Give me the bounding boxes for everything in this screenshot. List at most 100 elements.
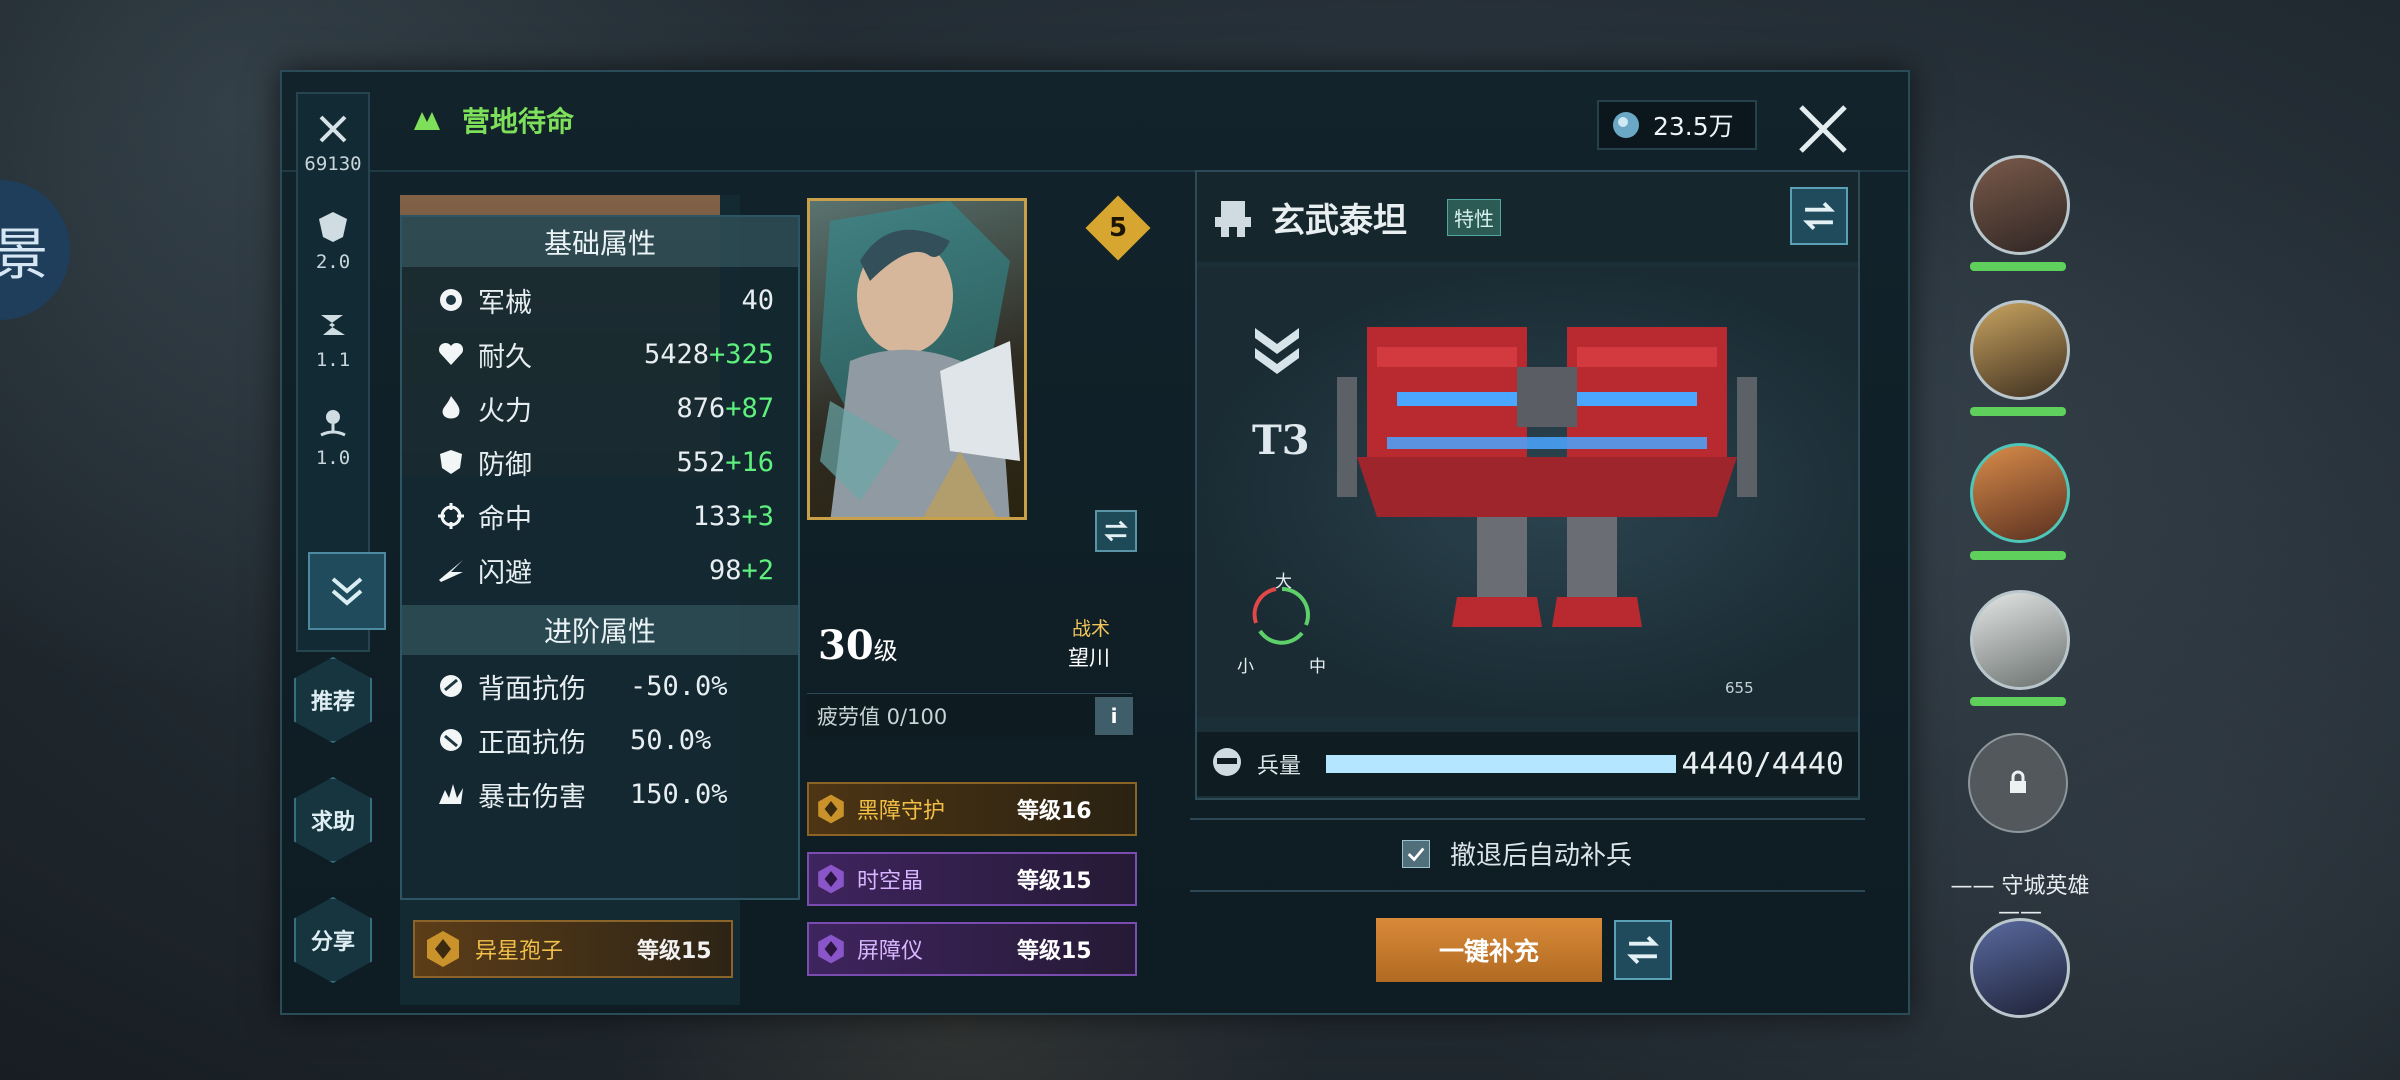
troop-gauge [1326, 755, 1676, 773]
location-icon [320, 410, 346, 437]
stat-bonus: +16 [725, 446, 774, 478]
hero-hp-bar [1970, 697, 2066, 706]
hero-portrait[interactable] [807, 198, 1027, 520]
rail-stat-armor: 2.0 [298, 192, 368, 290]
hero-avatar[interactable] [1970, 590, 2070, 690]
hero-avatar[interactable] [1970, 300, 2070, 400]
rail-stat-value: 2.0 [315, 251, 351, 273]
close-button[interactable] [1794, 100, 1852, 158]
info-button[interactable]: i [1095, 697, 1133, 735]
mech-panel: 玄武泰坦 特性 T3 大 小 中 655 兵量 4440/4440 [1195, 170, 1860, 800]
rail-stat-value: 1.0 [315, 447, 351, 469]
swap-hero-button[interactable] [1095, 510, 1137, 552]
left-stat-rail: 69130 2.0 1.1 1.0 [296, 92, 386, 652]
fire-icon [442, 396, 460, 419]
heart-icon [438, 342, 464, 365]
adv-stats-heading: 进阶属性 [402, 605, 798, 655]
stat-row: 背面抗伤 -50.0% [402, 659, 798, 713]
stat-label: 闪避 [478, 557, 532, 589]
size-label-big: 大 [1275, 572, 1292, 592]
stat-value: 876 [676, 392, 726, 424]
refill-swap-button[interactable] [1614, 920, 1672, 980]
troop-icon [1213, 748, 1241, 776]
hero-avatar-selected[interactable] [1970, 443, 2070, 543]
gear-name: 时空晶 [857, 869, 924, 894]
stats-overlay: 基础属性 军械 40 耐久 5428 +325 火力 876 +87 防御 55… [400, 215, 800, 900]
armor-icon [319, 212, 347, 242]
tier-chevron-icon [1255, 328, 1299, 374]
dodge-icon [439, 560, 463, 582]
stat-value: 150.0% [630, 778, 728, 810]
share-button[interactable]: 分享 [294, 897, 372, 983]
stat-row: 耐久 5428 +325 [402, 327, 798, 381]
recommend-button[interactable]: 推荐 [294, 657, 372, 743]
stat-row: 暴击伤害 150.0% [402, 767, 798, 821]
stat-label: 暴击伤害 [478, 781, 586, 813]
crystal-icon [1613, 112, 1639, 138]
stat-label: 军械 [478, 287, 532, 319]
hex-emblem-icon [427, 931, 459, 967]
mech-illustration [1337, 327, 1757, 627]
hero-hp-bar [1970, 551, 2066, 560]
stat-value: -50.0% [630, 670, 728, 702]
hero-illustration [820, 201, 1020, 517]
star-count: 5 [1108, 213, 1128, 243]
marker-label: 655 [1725, 679, 1754, 697]
rail-stat-power: 69130 [298, 94, 368, 192]
guard-hero-avatar[interactable] [1970, 918, 2070, 1018]
currency-display[interactable]: 23.5万 [1597, 100, 1757, 150]
gear-name: 屏障仪 [857, 939, 924, 964]
swap-icon [1104, 520, 1128, 542]
hero-hp-bar [1970, 407, 2066, 416]
gear-slot[interactable]: 黑障守护 等级16 [807, 782, 1137, 836]
hero-level-unit: 级 [873, 637, 898, 665]
locked-slot[interactable] [1968, 733, 2068, 833]
currency-value: 23.5万 [1653, 112, 1734, 141]
stat-value: 50.0% [630, 724, 712, 756]
stat-value: 552 [676, 446, 726, 478]
gear-list: 黑障守护 等级16 时空晶 等级15 屏障仪 等级15 [807, 782, 1137, 984]
shield-icon [440, 450, 462, 474]
gear-slot[interactable]: 屏障仪 等级15 [807, 922, 1137, 976]
item-slot[interactable]: 异星孢子 等级15 [413, 920, 733, 978]
expand-button[interactable] [308, 552, 386, 630]
checkbox[interactable] [1402, 839, 1430, 868]
back-resist-icon [440, 675, 462, 697]
mech-viewport[interactable]: T3 大 小 中 655 [1197, 267, 1858, 717]
crossed-swords-icon [319, 115, 347, 143]
trait-badge[interactable]: 特性 [1447, 198, 1501, 236]
hero-hp-bar [1970, 262, 2066, 271]
stat-row: 防御 552 +16 [402, 435, 798, 489]
mechanics-icon [440, 289, 462, 311]
quick-refill-button[interactable]: 一键补充 [1376, 918, 1602, 982]
gear-level: 等级15 [1017, 939, 1092, 964]
fatigue-text: 疲劳值 0/100 [817, 704, 948, 729]
stat-bonus: +325 [708, 338, 774, 370]
hex-emblem-icon [818, 794, 844, 824]
stat-label: 背面抗伤 [478, 673, 586, 705]
troop-gauge-fill [1326, 755, 1676, 773]
swap-mech-button[interactable] [1790, 187, 1848, 245]
stat-label: 命中 [478, 503, 532, 535]
troop-label: 兵量 [1257, 754, 1302, 779]
help-button[interactable]: 求助 [294, 777, 372, 863]
crosshair-icon [438, 503, 464, 529]
auto-refill-toggle[interactable]: 撤退后自动补兵 [1402, 835, 1632, 872]
stat-label: 耐久 [478, 341, 532, 373]
speed-icon [321, 315, 345, 335]
hex-emblem-icon [818, 864, 844, 894]
swap-icon [1803, 201, 1835, 231]
divider [1190, 890, 1865, 892]
hero-avatar[interactable] [1970, 155, 2070, 255]
rail-stat-value: 1.1 [315, 349, 351, 371]
troop-bar: 兵量 4440/4440 [1197, 732, 1858, 796]
base-stats-heading: 基础属性 [402, 217, 798, 267]
stat-value: 98 [708, 554, 742, 586]
hero-level: 30级 [818, 622, 898, 669]
gear-slot[interactable]: 时空晶 等级15 [807, 852, 1137, 906]
hero-name: 望川 [1068, 646, 1110, 670]
stat-bonus: +3 [741, 500, 774, 532]
title-text: 营地待命 [462, 105, 575, 138]
fatigue-bar: 疲劳值 0/100 [807, 693, 1132, 737]
check-icon [1407, 847, 1425, 862]
